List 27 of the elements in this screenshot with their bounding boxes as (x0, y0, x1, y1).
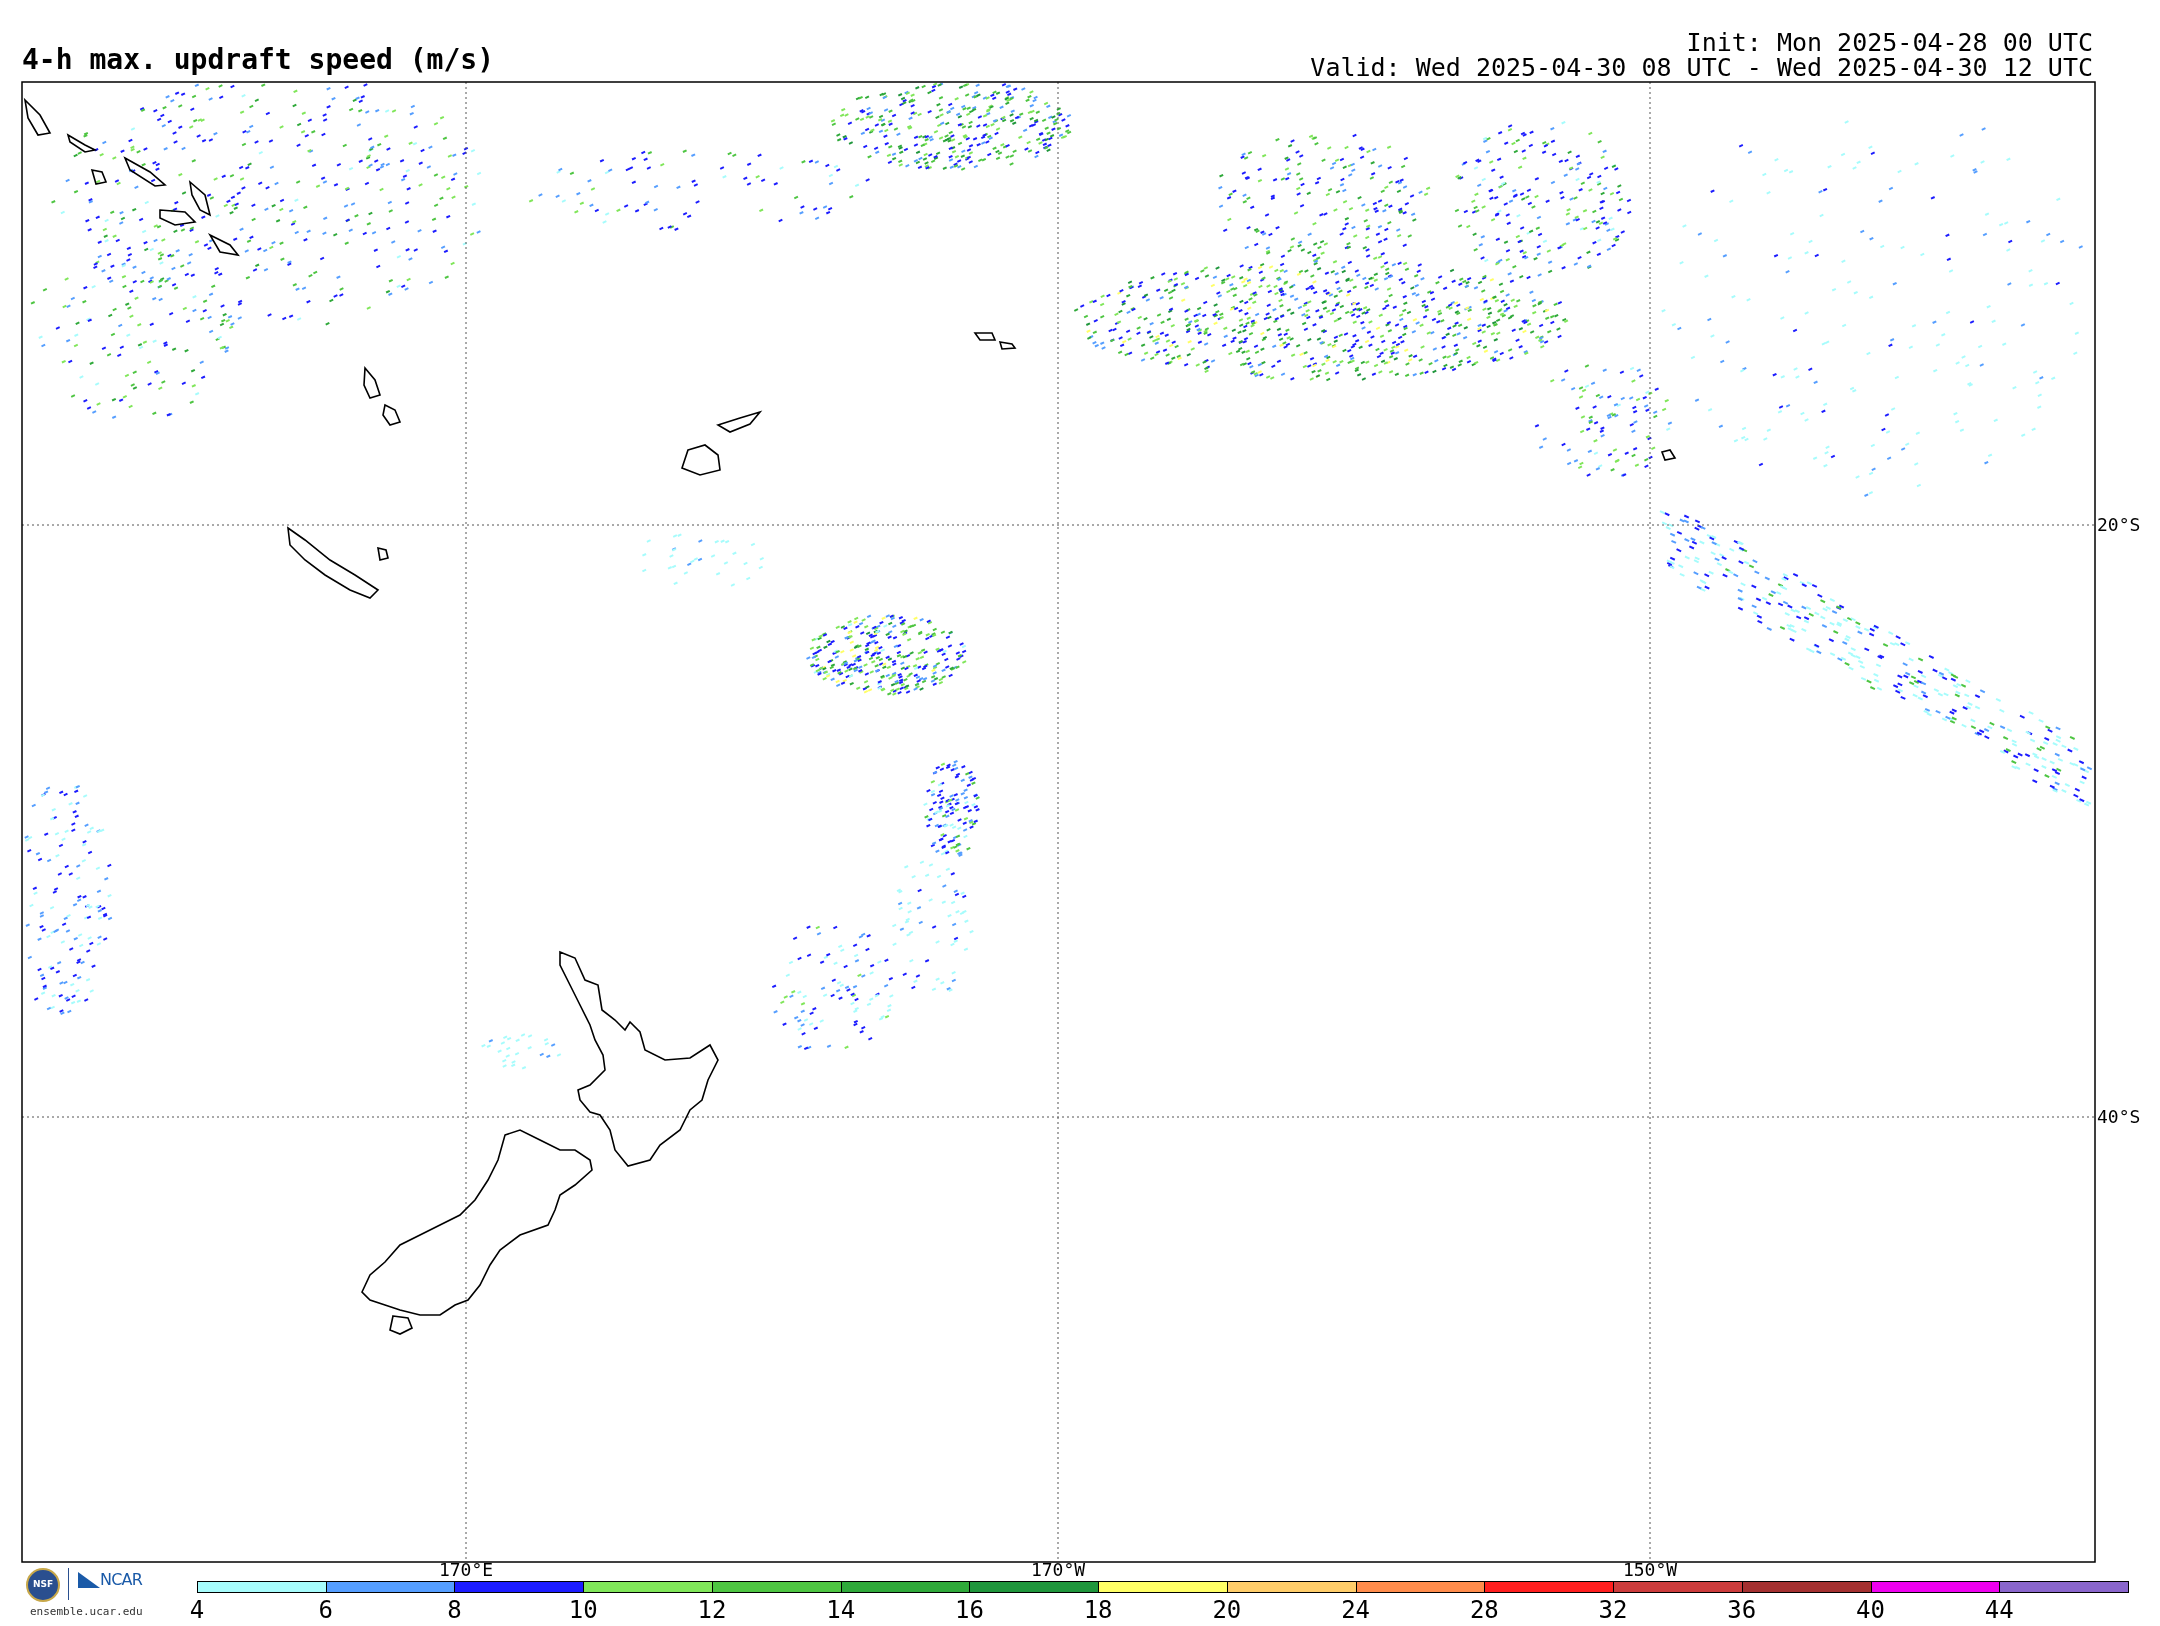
init-time-label: Init: Mon 2025-04-28 00 UTC (1686, 30, 2093, 55)
colorbar-label: 4 (188, 1597, 206, 1623)
colorbar-label: 24 (1340, 1597, 1372, 1623)
longitude-label: 150°W (1621, 1560, 1679, 1580)
colorbar-label: 28 (1468, 1597, 1500, 1623)
latitude-label: 20°S (2097, 515, 2141, 535)
colorbar-label: 18 (1082, 1597, 1114, 1623)
ncar-logo-icon (78, 1572, 100, 1588)
colorbar-label: 6 (317, 1597, 334, 1623)
valid-time-label: Valid: Wed 2025-04-30 08 UTC - Wed 2025-04-30 12 UTC (1310, 55, 2093, 80)
colorbar-label: 16 (953, 1597, 985, 1623)
chart-title: 4-h max. updraft speed (m/s) (22, 44, 494, 76)
colorbar-label: 32 (1597, 1597, 1629, 1623)
colorbar-label: 14 (825, 1597, 857, 1623)
colorbar-label: 10 (567, 1597, 599, 1623)
longitude-label: 170°E (437, 1560, 495, 1580)
website-label: ensemble.ucar.edu (30, 1606, 143, 1618)
colorbar-label: 8 (446, 1597, 463, 1623)
ncar-logo-text: NCAR (100, 1571, 142, 1589)
colorbar-label: 20 (1211, 1597, 1243, 1623)
longitude-label: 170°W (1029, 1560, 1087, 1580)
colorbar-label: 12 (696, 1597, 728, 1623)
nsf-logo: NSF (26, 1568, 60, 1602)
latitude-label: 40°S (2097, 1107, 2141, 1127)
colorbar-label: 40 (1855, 1597, 1886, 1623)
colorbar-label: 44 (1983, 1597, 2015, 1623)
colorbar-label: 36 (1726, 1597, 1758, 1623)
